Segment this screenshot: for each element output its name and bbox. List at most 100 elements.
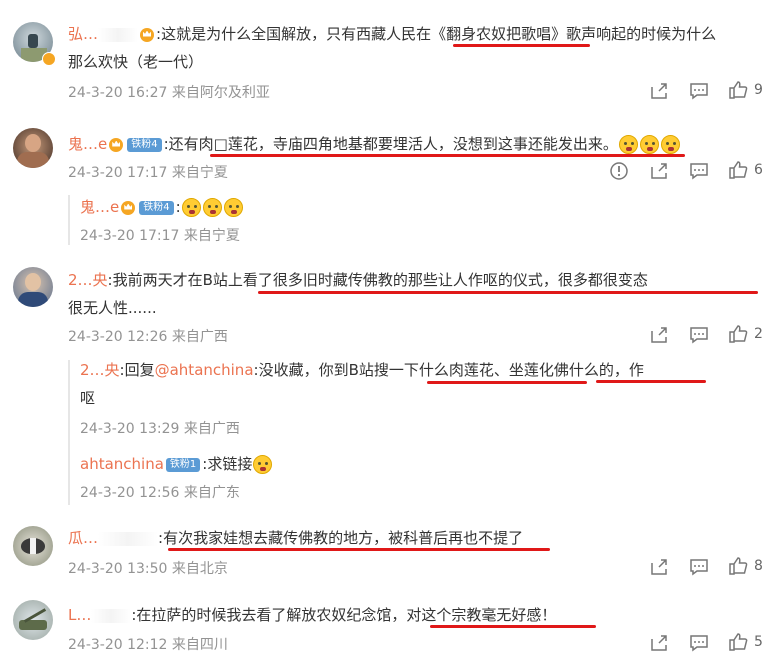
timestamp: 24-3-20 12:56	[80, 485, 180, 501]
comment-icon[interactable]	[689, 161, 709, 181]
report-icon[interactable]	[609, 161, 629, 181]
reply-divider	[68, 195, 70, 245]
comment-body: :我前两天才在B站上看了很多旧时藏传佛教的那些让人作呕的仪式，很多都很变态	[107, 271, 648, 289]
location: 来自宁夏	[183, 228, 240, 244]
comment-body: :有次我家娃想去藏传佛教的地方，被科普后再也不提了	[158, 529, 524, 547]
comment-body: :这就是为什么全国解放，只有西藏人民在《翻身农奴把歌唱》歌声响起的时候为什么	[156, 25, 717, 43]
crown-icon	[140, 27, 155, 42]
like-icon[interactable]	[728, 632, 748, 652]
share-icon[interactable]	[649, 557, 669, 577]
comment-icon[interactable]	[689, 633, 709, 653]
fan-badge: 铁粉4	[127, 137, 162, 152]
emoji-icon	[639, 135, 659, 154]
annotation-underline	[427, 381, 587, 384]
annotation-underline	[430, 625, 596, 628]
fan-badge: 铁粉4	[139, 200, 174, 215]
username[interactable]: 瓜…	[68, 529, 98, 547]
verified-badge-icon	[42, 52, 56, 66]
comment-meta: 24-3-20 12:12 来自四川	[68, 634, 228, 654]
comment-text: 弘… :这就是为什么全国解放，只有西藏人民在《翻身农奴把歌唱》歌声响起的时候为什么	[68, 22, 716, 46]
like-count: 6	[754, 162, 763, 178]
username[interactable]: ahtanchina	[80, 455, 164, 473]
reply-meta: 24-3-20 13:29 来自广西	[80, 418, 240, 438]
reply-divider	[68, 360, 70, 505]
like-icon[interactable]	[728, 556, 748, 576]
location: 来自广西	[183, 421, 240, 437]
fan-badge: 铁粉1	[165, 457, 201, 472]
timestamp: 24-3-20 17:17	[68, 165, 168, 181]
like-icon[interactable]	[728, 324, 748, 344]
like-icon[interactable]	[728, 160, 748, 180]
username[interactable]: 2…央	[80, 361, 120, 379]
comment-icon[interactable]	[689, 325, 709, 345]
share-icon[interactable]	[649, 81, 669, 101]
crown-icon	[121, 200, 136, 215]
comment-icon[interactable]	[689, 557, 709, 577]
annotation-underline	[168, 548, 550, 551]
comment-text: 瓜… :有次我家娃想去藏传佛教的地方，被科普后再也不提了	[68, 526, 523, 550]
share-icon[interactable]	[649, 325, 669, 345]
comment-meta: 24-3-20 17:17 来自宁夏	[68, 162, 228, 182]
reply-meta: 24-3-20 17:17 来自宁夏	[80, 225, 240, 245]
like-count: 5	[754, 634, 763, 650]
location: 来自四川	[171, 637, 228, 653]
annotation-underline	[210, 154, 685, 157]
annotation-underline	[596, 380, 706, 383]
emoji-icon	[618, 135, 638, 154]
avatar[interactable]	[13, 600, 53, 640]
timestamp: 24-3-20 16:27	[68, 85, 168, 101]
avatar[interactable]	[13, 526, 53, 566]
username[interactable]: 鬼…e	[80, 198, 119, 216]
like-count: 9	[754, 82, 763, 98]
emoji-icon	[660, 135, 680, 154]
like-icon[interactable]	[728, 80, 748, 100]
location: 来自广东	[183, 485, 240, 501]
share-icon[interactable]	[649, 161, 669, 181]
emoji-icon	[202, 198, 222, 217]
comment-meta: 24-3-20 12:26 来自广西	[68, 326, 228, 346]
timestamp: 24-3-20 13:29	[80, 421, 180, 437]
comment-text: L… :在拉萨的时候我去看了解放农奴纪念馆，对这个宗教毫无好感！	[68, 603, 556, 627]
reply-text: 2…央:回复@ahtanchina:没收藏，你到B站搜一下什么肉莲花、坐莲化佛什…	[80, 361, 644, 379]
reply-body: :没收藏，你到B站搜一下什么肉莲花、坐莲化佛什么的，作	[253, 361, 644, 379]
mention-link[interactable]: @ahtanchina	[155, 361, 254, 379]
timestamp: 24-3-20 17:17	[80, 228, 180, 244]
emoji-icon	[223, 198, 243, 217]
timestamp: 24-3-20 13:50	[68, 561, 168, 577]
reply-text-cont: 呕	[80, 389, 96, 407]
reply-body: :求链接	[202, 455, 253, 473]
comment-body: :在拉萨的时候我去看了解放农奴纪念馆，对这个宗教毫无好感！	[131, 606, 557, 624]
timestamp: 24-3-20 12:12	[68, 637, 168, 653]
like-count: 2	[754, 326, 763, 342]
reply-body: :	[175, 198, 181, 216]
comment-meta: 24-3-20 13:50 来自北京	[68, 558, 228, 578]
location: 来自北京	[171, 561, 228, 577]
avatar[interactable]	[13, 128, 53, 168]
comment-body: :还有肉□莲花，寺庙四角地基都要埋活人，没想到这事还能发出来。	[163, 135, 618, 153]
location: 来自宁夏	[171, 165, 228, 181]
reply-text: 鬼…e 铁粉4:	[80, 195, 244, 219]
username[interactable]: 鬼…e	[68, 135, 107, 153]
comment-text-cont: 那么欢快（老一代）	[68, 53, 204, 71]
username[interactable]: L…	[68, 606, 91, 624]
share-icon[interactable]	[649, 633, 669, 653]
comment-text: 2…央:我前两天才在B站上看了很多旧时藏传佛教的那些让人作呕的仪式，很多都很变态	[68, 268, 648, 292]
reply-meta: 24-3-20 12:56 来自广东	[80, 482, 240, 502]
emoji-icon	[253, 455, 273, 474]
annotation-underline	[453, 44, 590, 47]
comment-text-cont: 很无人性......	[68, 299, 157, 317]
emoji-icon	[181, 198, 201, 217]
comment-icon[interactable]	[689, 81, 709, 101]
comment-text: 鬼…e 铁粉4:还有肉□莲花，寺庙四角地基都要埋活人，没想到这事还能发出来。	[68, 132, 681, 156]
location: 来自阿尔及利亚	[171, 85, 270, 101]
username[interactable]: 弘…	[68, 25, 98, 43]
reply-text: ahtanchina 铁粉1:求链接	[80, 452, 273, 476]
username[interactable]: 2…央	[68, 271, 108, 289]
avatar[interactable]	[13, 267, 53, 307]
annotation-underline	[258, 291, 758, 294]
like-count: 8	[754, 558, 763, 574]
comment-meta: 24-3-20 16:27 来自阿尔及利亚	[68, 82, 270, 102]
location: 来自广西	[171, 329, 228, 345]
crown-icon	[109, 137, 124, 152]
timestamp: 24-3-20 12:26	[68, 329, 168, 345]
